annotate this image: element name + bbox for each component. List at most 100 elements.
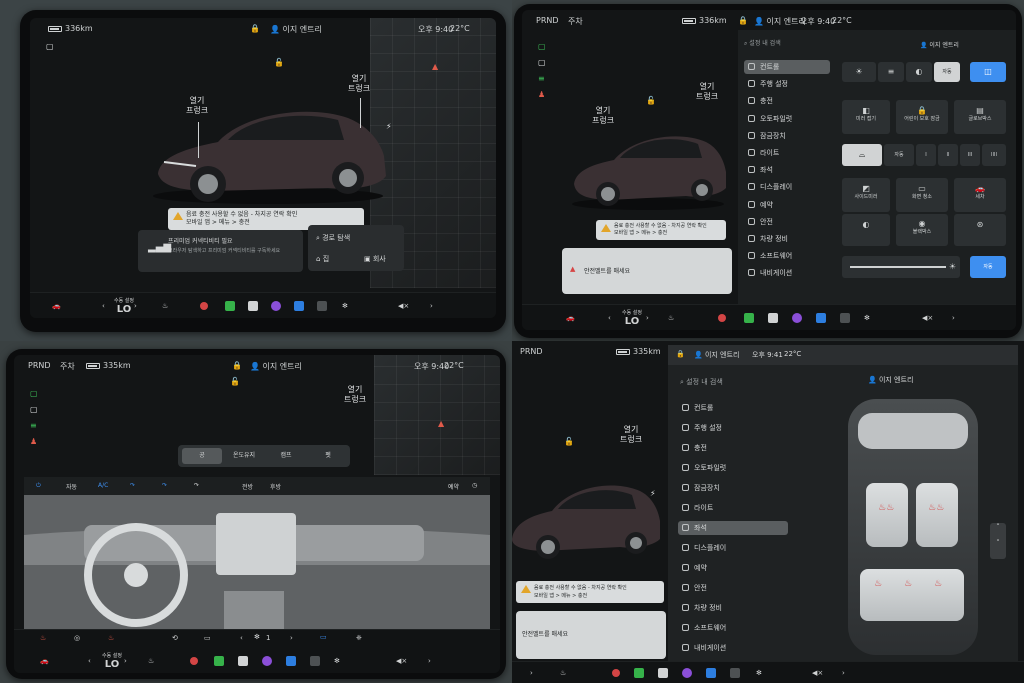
charge-port-icon[interactable]: ⚡ bbox=[650, 489, 656, 499]
unlock-icon[interactable]: 🔓 bbox=[230, 377, 240, 387]
climate-temp[interactable]: 수동 설정 LO bbox=[102, 650, 122, 672]
menu-item-2[interactable]: 주행 설정 bbox=[678, 421, 788, 435]
temp-up-chevron-icon[interactable]: › bbox=[646, 311, 649, 325]
menu-item-5[interactable]: 잠금장치 bbox=[678, 481, 788, 495]
apps-icon[interactable] bbox=[658, 666, 668, 680]
seat-passenger[interactable] bbox=[916, 483, 958, 547]
seatbelt-alert-card[interactable]: ▲ 안전벨트를 매세요 bbox=[562, 248, 732, 294]
climate-tab-1[interactable]: 공 bbox=[182, 448, 222, 464]
front-defrost-button[interactable]: 전방 bbox=[242, 482, 253, 491]
menu-item-5[interactable]: 잠금장치 bbox=[744, 129, 830, 143]
unlock-icon[interactable]: 🔓 bbox=[564, 437, 574, 447]
menu-item-7[interactable]: 좌석 bbox=[678, 521, 788, 535]
light-auto-tile[interactable]: 자동 bbox=[934, 62, 960, 82]
more-icon[interactable] bbox=[730, 666, 740, 680]
menu-item-9[interactable]: 예약 bbox=[744, 198, 830, 212]
menu-item-4[interactable]: 오토파일럿 bbox=[744, 112, 830, 126]
seat-scroll-control[interactable]: ˄ ˅ bbox=[990, 523, 1006, 559]
volume-mute-icon[interactable]: ◀× bbox=[812, 666, 823, 680]
more-icon[interactable] bbox=[310, 654, 320, 668]
phone-icon[interactable] bbox=[634, 666, 644, 680]
volume-mute-icon[interactable]: ◀× bbox=[922, 311, 933, 325]
profile-name[interactable]: 👤 이지 엔트리 bbox=[754, 16, 806, 27]
volume-up-chevron-icon[interactable]: › bbox=[430, 299, 433, 313]
bluetooth-icon[interactable] bbox=[706, 666, 716, 680]
wiper-speed-2-tile[interactable]: II bbox=[938, 144, 958, 166]
temp-down-chevron-icon[interactable]: ‹ bbox=[102, 299, 105, 313]
phone-icon[interactable] bbox=[214, 654, 224, 668]
menu-item-3[interactable]: 충전 bbox=[744, 94, 830, 108]
parking-light-tile[interactable]: ≡ bbox=[878, 62, 904, 82]
camera-icon[interactable] bbox=[200, 299, 208, 313]
profile-name[interactable]: 👤 이지 엔트리 bbox=[920, 40, 959, 49]
menu-item-11[interactable]: 차량 정비 bbox=[744, 232, 830, 246]
mirror-fold-tile[interactable]: ◧ 미러 접기 bbox=[842, 100, 890, 134]
menu-item-3[interactable]: 충전 bbox=[678, 441, 788, 455]
climate-tab-3[interactable]: 캠프 bbox=[266, 448, 306, 464]
headlight-off-tile[interactable]: ☀ bbox=[842, 62, 876, 82]
seatbelt-alert-card[interactable]: 안전벨트를 매세요 bbox=[516, 611, 666, 659]
seat-heat-icon[interactable]: ♨ bbox=[560, 666, 566, 680]
airflow-feet-icon[interactable]: ↷ bbox=[162, 482, 167, 489]
child-lock-tile[interactable]: 🔒 어린이 보호 잠금 bbox=[896, 100, 948, 134]
temp-up-chevron-icon[interactable]: › bbox=[124, 654, 127, 668]
wiper-speed-3-tile[interactable]: III bbox=[960, 144, 980, 166]
bluetooth-icon[interactable] bbox=[294, 299, 304, 313]
music-icon[interactable] bbox=[792, 311, 802, 325]
bluetooth-icon[interactable] bbox=[816, 311, 826, 325]
fan-icon[interactable]: ✻ bbox=[756, 666, 762, 680]
fog-light-tile[interactable]: ◫ bbox=[970, 62, 1006, 82]
menu-item-7[interactable]: 좌석 bbox=[744, 163, 830, 177]
camera-icon[interactable] bbox=[190, 654, 198, 668]
wiper-speed-4-tile[interactable]: IIII bbox=[982, 144, 1006, 166]
lock-icon[interactable]: 🔒 bbox=[232, 361, 242, 370]
side-mirror-tile[interactable]: ◩ 사이드미러 bbox=[842, 178, 890, 212]
menu-item-13[interactable]: 내비게이션 bbox=[678, 641, 788, 655]
seat-heat-icon[interactable]: ♨ bbox=[162, 299, 168, 313]
climate-temp[interactable]: 수동 설정 LO bbox=[622, 307, 642, 329]
climate-tab-4[interactable]: 펫 bbox=[308, 448, 348, 464]
temp-down-chevron-icon[interactable]: ‹ bbox=[608, 311, 611, 325]
frunk-open-label[interactable]: 열기 프렁크 bbox=[186, 96, 208, 116]
music-icon[interactable] bbox=[262, 654, 272, 668]
clock-icon[interactable]: ◷ bbox=[472, 482, 477, 489]
headlight-adjust-tile[interactable]: ◐ bbox=[842, 214, 890, 246]
airflow-defrost-icon[interactable]: ↷ bbox=[194, 482, 199, 489]
trunk-open-label[interactable]: 열기 트렁크 bbox=[344, 385, 366, 405]
phone-icon[interactable] bbox=[744, 311, 754, 325]
wiper-off-tile[interactable]: 자동 bbox=[884, 144, 914, 166]
volume-mute-icon[interactable]: ◀× bbox=[396, 654, 407, 668]
trunk-open-label[interactable]: 열기 트렁크 bbox=[348, 74, 370, 94]
front-defrost-icon[interactable]: ▭ bbox=[320, 633, 327, 641]
seat-heat-icon[interactable]: ♨ bbox=[148, 654, 154, 668]
volume-mute-icon[interactable]: ◀× bbox=[398, 299, 409, 313]
camera-heat-icon[interactable]: ♨ bbox=[108, 634, 114, 642]
fan-icon[interactable]: ✻ bbox=[342, 299, 348, 313]
trunk-open-label[interactable]: 열기 트렁크 bbox=[696, 82, 718, 102]
more-icon[interactable] bbox=[840, 311, 850, 325]
lock-icon[interactable]: 🔒 bbox=[676, 350, 685, 358]
frunk-open-label[interactable]: 열기 프렁크 bbox=[592, 106, 614, 126]
car-icon[interactable]: 🚗 bbox=[566, 311, 575, 325]
brightness-auto-button[interactable]: 자동 bbox=[970, 256, 1006, 278]
menu-item-6[interactable]: 라이트 bbox=[744, 146, 830, 160]
menu-item-12[interactable]: 소프트웨어 bbox=[678, 621, 788, 635]
vent-icon[interactable]: ▭ bbox=[204, 634, 211, 642]
temp-up-chevron-icon[interactable]: › bbox=[530, 666, 533, 680]
navigation-card[interactable]: ⌕ 경로 탐색 ⌂ 집 ▣ 회사 bbox=[308, 225, 404, 271]
music-icon[interactable] bbox=[682, 666, 692, 680]
fan-up-chevron-icon[interactable]: › bbox=[290, 634, 293, 642]
temp-down-chevron-icon[interactable]: ‹ bbox=[88, 654, 91, 668]
charging-warning[interactable]: 음료 충전 사용할 수 없음 - 차지공 연락 확인 모바일 앱 > 메뉴 > … bbox=[516, 581, 664, 603]
profile-name[interactable]: 👤 이지 엔트리 bbox=[270, 24, 322, 35]
seat-driver[interactable] bbox=[866, 483, 908, 547]
fan-down-chevron-icon[interactable]: ‹ bbox=[240, 634, 243, 642]
chevron-up-icon[interactable]: ˄ bbox=[990, 523, 1006, 531]
trunk-open-label[interactable]: 열기 트렁크 bbox=[620, 425, 642, 445]
work-shortcut[interactable]: ▣ 회사 bbox=[364, 254, 386, 264]
wiper-speed-1-tile[interactable]: I bbox=[916, 144, 936, 166]
gear-selector[interactable]: PRND bbox=[536, 16, 559, 25]
volume-up-chevron-icon[interactable]: › bbox=[952, 311, 955, 325]
unlock-icon[interactable]: 🔓 bbox=[646, 96, 656, 106]
menu-item-2[interactable]: 주행 설정 bbox=[744, 77, 830, 91]
